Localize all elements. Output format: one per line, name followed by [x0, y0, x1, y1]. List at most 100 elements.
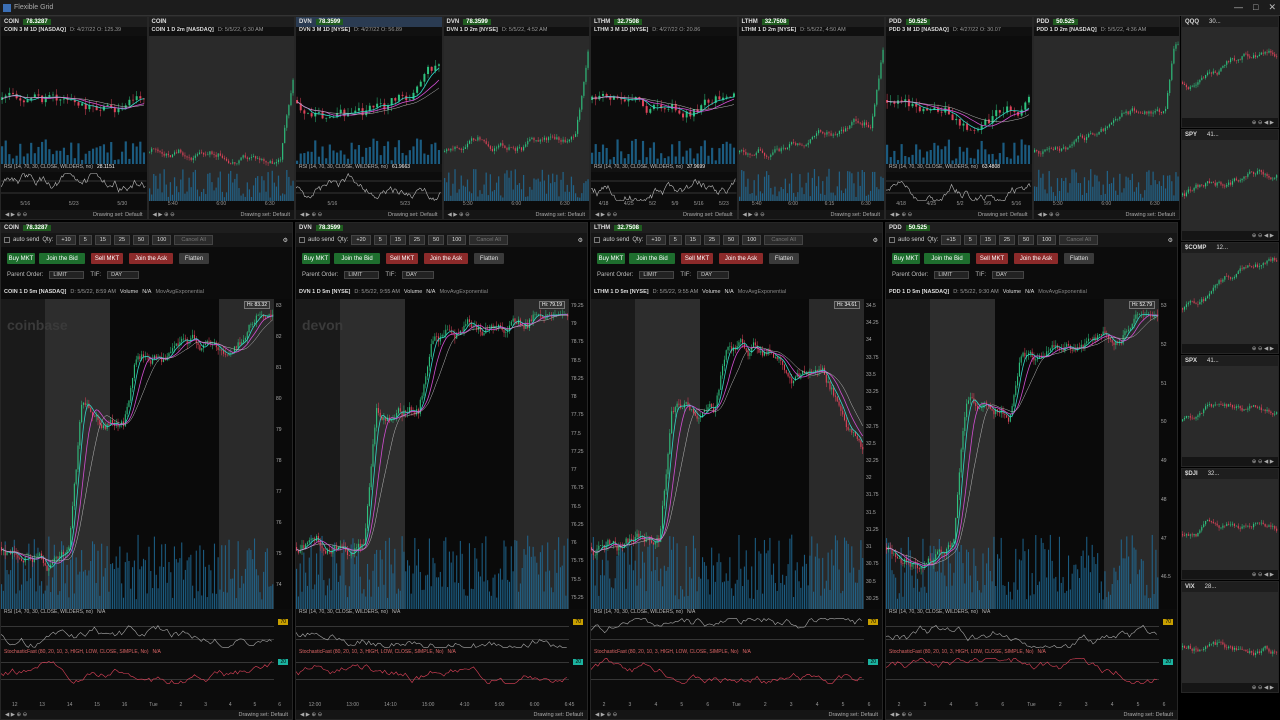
drawing-set-label[interactable]: Drawing set: Default: [1125, 212, 1175, 218]
price-chart[interactable]: [1033, 36, 1179, 202]
active-trader-panel[interactable]: PDD 50.525 auto send Qty: +15 5 15 25 50 100 Cance…: [885, 222, 1178, 720]
qty-preset-button[interactable]: 50: [133, 235, 150, 245]
zoom-controls-icon[interactable]: ◀ ▶ ⊕ ⊖: [153, 212, 175, 218]
zoom-controls-icon[interactable]: ⊕ ⊖ ◀ ▶: [1252, 572, 1274, 578]
ticker-symbol[interactable]: COIN: [4, 225, 19, 231]
zoom-controls-icon[interactable]: ◀ ▶ ⊕ ⊖: [5, 712, 27, 718]
zoom-controls-icon[interactable]: ◀ ▶ ⊕ ⊖: [595, 212, 617, 218]
ticker-symbol[interactable]: DVN: [299, 225, 312, 231]
ticker-symbol[interactable]: LTHM: [594, 19, 610, 25]
drawing-set-label[interactable]: Drawing set: Default: [683, 212, 733, 218]
zoom-controls-icon[interactable]: ◀ ▶ ⊕ ⊖: [300, 712, 322, 718]
ticker-symbol[interactable]: PDD: [889, 19, 902, 25]
join-bid-button[interactable]: Join the Bid: [629, 253, 675, 264]
qty-preset-button[interactable]: 100: [447, 235, 467, 245]
qty-preset-button[interactable]: 5: [373, 235, 387, 245]
index-price-chart[interactable]: [1182, 140, 1278, 232]
index-symbol[interactable]: $DJI: [1185, 471, 1198, 477]
qty-input[interactable]: +15: [941, 235, 961, 245]
chart-tab-header[interactable]: PDD 50.525: [1033, 17, 1179, 27]
chart-tab-header[interactable]: LTHM 32.7508: [738, 17, 884, 27]
index-price-chart[interactable]: [1182, 253, 1278, 345]
drawing-set-label[interactable]: Drawing set: Default: [828, 712, 878, 718]
index-chart-panel[interactable]: SPX 41... ⊕ ⊖ ◀ ▶: [1181, 355, 1279, 467]
index-chart-panel[interactable]: $DJI 32... ⊕ ⊖ ◀ ▶: [1181, 468, 1279, 580]
trade-tab-header[interactable]: LTHM 32.7508: [591, 223, 882, 233]
zoom-controls-icon[interactable]: ⊕ ⊖ ◀ ▶: [1252, 346, 1274, 352]
tif-select[interactable]: DAY: [107, 271, 139, 279]
cancel-all-button[interactable]: Cancel All: [1059, 235, 1098, 245]
trade-tab-header[interactable]: COIN 78.3287: [1, 223, 292, 233]
index-chart-header[interactable]: QQQ 30...: [1182, 17, 1278, 27]
buy-mkt-button[interactable]: Buy MKT: [892, 253, 920, 264]
intraday-price-chart[interactable]: Hi: 34.61: [591, 299, 864, 609]
drawing-set-label[interactable]: Drawing set: Default: [238, 712, 288, 718]
sell-mkt-button[interactable]: Sell MKT: [681, 253, 713, 264]
auto-send-checkbox[interactable]: [889, 237, 895, 243]
join-ask-button[interactable]: Join the Ask: [1014, 253, 1058, 264]
join-bid-button[interactable]: Join the Bid: [334, 253, 380, 264]
drawing-set-label[interactable]: Drawing set: Default: [388, 212, 438, 218]
intraday-price-chart[interactable]: devon Hi: 79.19: [296, 299, 569, 609]
qty-preset-button[interactable]: 15: [979, 235, 996, 245]
index-price-chart[interactable]: [1182, 592, 1278, 684]
zoom-controls-icon[interactable]: ◀ ▶ ⊕ ⊖: [890, 212, 912, 218]
join-ask-button[interactable]: Join the Ask: [424, 253, 468, 264]
flatten-button[interactable]: Flatten: [474, 253, 504, 264]
drawing-set-label[interactable]: Drawing set: Default: [1123, 712, 1173, 718]
ticker-symbol[interactable]: DVN: [447, 19, 460, 25]
settings-gear-icon[interactable]: ⚙: [578, 237, 583, 244]
auto-send-checkbox[interactable]: [4, 237, 10, 243]
ticker-symbol[interactable]: LTHM: [742, 19, 758, 25]
mini-chart-panel[interactable]: COIN COIN 1 D 2m [NASDAQ] D: 5/5/22, 6:30 …: [147, 16, 295, 220]
index-chart-header[interactable]: $DJI 32...: [1182, 469, 1278, 479]
qty-preset-button[interactable]: 25: [408, 235, 426, 245]
qty-preset-button[interactable]: 15: [94, 235, 111, 245]
qty-preset-button[interactable]: 25: [113, 235, 131, 245]
drawing-set-label[interactable]: Drawing set: Default: [978, 212, 1028, 218]
index-price-chart[interactable]: [1182, 27, 1278, 119]
zoom-controls-icon[interactable]: ◀ ▶ ⊕ ⊖: [743, 212, 765, 218]
price-chart[interactable]: [443, 36, 589, 202]
qty-preset-button[interactable]: 25: [703, 235, 721, 245]
buy-mkt-button[interactable]: Buy MKT: [7, 253, 35, 264]
index-symbol[interactable]: SPY: [1185, 132, 1197, 138]
chart-tab-header[interactable]: DVN 78.3599: [443, 17, 589, 27]
tif-select[interactable]: DAY: [697, 271, 729, 279]
drawing-set-label[interactable]: Drawing set: Default: [240, 212, 290, 218]
trade-tab-header[interactable]: PDD 50.525: [886, 223, 1177, 233]
join-bid-button[interactable]: Join the Bid: [924, 253, 970, 264]
join-ask-button[interactable]: Join the Ask: [129, 253, 173, 264]
auto-send-checkbox[interactable]: [299, 237, 305, 243]
order-type-select[interactable]: LIMIT: [49, 271, 85, 279]
price-chart[interactable]: [591, 36, 737, 164]
minimize-icon[interactable]: —: [1234, 2, 1243, 13]
settings-gear-icon[interactable]: ⚙: [873, 237, 878, 244]
intraday-price-chart[interactable]: coinbase Hi: 83.32: [1, 299, 274, 609]
join-ask-button[interactable]: Join the Ask: [719, 253, 763, 264]
tif-select[interactable]: DAY: [402, 271, 434, 279]
index-price-chart[interactable]: [1182, 366, 1278, 458]
order-type-select[interactable]: LIMIT: [934, 271, 970, 279]
ticker-symbol[interactable]: LTHM: [594, 225, 610, 231]
mini-chart-panel[interactable]: LTHM 32.7508 LTHM 1 D 2m [NYSE] D: 5/5/22, …: [737, 16, 885, 220]
sell-mkt-button[interactable]: Sell MKT: [386, 253, 418, 264]
mini-chart-panel[interactable]: DVN 78.3599 DVN 3 M 1D [NYSE] D: 4/27/22 O:…: [295, 16, 443, 220]
zoom-controls-icon[interactable]: ⊕ ⊖ ◀ ▶: [1252, 685, 1274, 691]
maximize-icon[interactable]: □: [1253, 2, 1258, 13]
index-symbol[interactable]: VIX: [1185, 584, 1195, 590]
ticker-symbol[interactable]: COIN: [4, 19, 19, 25]
ticker-symbol[interactable]: COIN: [152, 19, 167, 25]
drawing-set-label[interactable]: Drawing set: Default: [535, 212, 585, 218]
drawing-set-label[interactable]: Drawing set: Default: [533, 712, 583, 718]
qty-preset-button[interactable]: 100: [152, 235, 172, 245]
index-symbol[interactable]: $COMP: [1185, 245, 1206, 251]
cancel-all-button[interactable]: Cancel All: [469, 235, 508, 245]
mini-chart-panel[interactable]: COIN 78.3287 COIN 3 M 1D [NASDAQ] D: 4/27/2…: [0, 16, 148, 220]
flatten-button[interactable]: Flatten: [769, 253, 799, 264]
zoom-controls-icon[interactable]: ◀ ▶ ⊕ ⊖: [1038, 212, 1060, 218]
chart-tab-header[interactable]: DVN 78.3599: [296, 17, 442, 27]
sell-mkt-button[interactable]: Sell MKT: [976, 253, 1008, 264]
qty-preset-button[interactable]: 5: [668, 235, 682, 245]
qty-preset-button[interactable]: 25: [998, 235, 1016, 245]
